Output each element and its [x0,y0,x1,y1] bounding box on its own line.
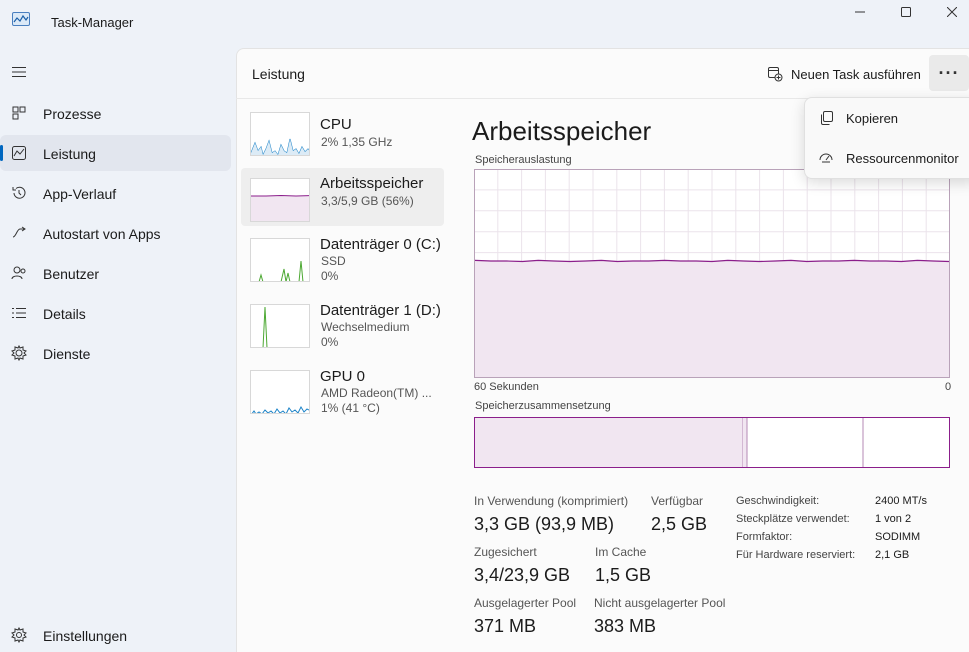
device-subtext: 2% 1,35 GHz [321,135,393,149]
device-item-gpu[interactable]: GPU 0 AMD Radeon(TM) ... 1% (41 °C) [241,368,444,426]
new-task-button[interactable]: Neuen Task ausführen [760,60,921,88]
hardware-reserved-value: 2,1 GB [875,549,910,561]
more-options-menu: Kopieren Ressourcenmonitor [804,97,969,179]
sidebar-item-label: Autostart von Apps [43,226,161,242]
sidebar-item-label: Details [43,306,86,322]
in-use-label: In Verwendung (komprimiert) [474,494,629,508]
new-task-icon [767,66,783,85]
graph-time-right: 0 [945,381,952,393]
in-use-value: 3,3 GB (93,9 MB) [474,514,615,534]
device-item-disk-1[interactable]: Datenträger 1 (D:) Wechselmedium 0% [241,302,444,360]
committed-value: 3,4/23,9 GB [474,565,571,585]
users-icon [11,265,27,281]
sidebar-item-performance[interactable]: Leistung [0,135,231,171]
active-indicator [0,145,3,161]
form-factor-label: Formfaktor: [736,531,793,543]
cached-label: Im Cache [595,545,647,559]
sidebar-item-label: Prozesse [43,106,102,122]
page-title: Leistung [252,66,305,82]
memory-usage-fill [475,260,949,377]
performance-icon [11,145,27,161]
device-name: Datenträger 1 (D:) [320,302,441,319]
sidebar-item-startup-apps[interactable]: Autostart von Apps [0,215,231,251]
nonpaged-pool-value: 383 MB [594,616,657,636]
graph-time-left: 60 Sekunden [474,381,539,393]
resource-monitor-icon [819,151,833,165]
device-subtext: AMD Radeon(TM) ... [321,386,432,400]
device-subtext-2: 0% [321,269,339,283]
services-icon [11,344,27,362]
window-title: Task-Manager [51,15,134,30]
device-name: GPU 0 [320,368,366,385]
composition-in-use [475,418,743,467]
memory-composition-bar [474,417,950,468]
minimize-icon [855,11,865,13]
hamburger-menu-icon[interactable] [11,64,27,80]
sidebar-item-label: Benutzer [43,266,100,282]
device-subtext: Wechselmedium [321,320,410,334]
sidebar-item-label: Einstellungen [43,628,128,644]
menu-item-copy[interactable]: Kopieren [809,101,969,135]
menu-item-label: Kopieren [846,111,899,126]
paged-pool-value: 371 MB [474,616,537,636]
speed-label: Geschwindigkeit: [736,495,820,507]
device-item-disk-0[interactable]: Datenträger 0 (C:) SSD 0% [241,236,444,294]
sidebar-item-details[interactable]: Details [0,295,231,331]
sidebar-item-processes[interactable]: Prozesse [0,95,231,131]
device-subtext-2: 1% (41 °C) [321,401,380,415]
sidebar-item-settings[interactable]: Einstellungen [0,617,231,652]
cpu-thumbnail-graph [250,112,310,156]
device-item-memory[interactable]: Arbeitsspeicher 3,3/5,9 GB (56%) [241,168,444,226]
available-value: 2,5 GB [651,514,708,534]
sidebar-item-app-history[interactable]: App-Verlauf [0,175,231,211]
gear-icon [11,626,27,644]
task-manager-icon [12,12,30,26]
memory-usage-graph [474,169,950,378]
memory-title: Arbeitsspeicher [472,116,652,146]
disk1-thumbnail-graph [250,304,310,348]
device-subtext: SSD [321,254,346,268]
committed-label: Zugesichert [474,545,537,559]
device-name: Arbeitsspeicher [320,175,424,192]
maximize-button[interactable] [883,0,929,24]
startup-icon [11,225,27,241]
device-name: CPU [320,116,352,133]
minimize-button[interactable] [837,0,883,24]
gpu-thumbnail-graph [250,370,310,414]
available-label: Verfügbar [651,494,704,508]
menu-item-resource-monitor[interactable]: Ressourcenmonitor [809,141,969,175]
nonpaged-pool-label: Nicht ausgelagerter Pool [594,596,726,610]
device-subtext-2: 0% [321,335,339,349]
sidebar-item-label: App-Verlauf [43,186,117,202]
composition-label: Speicherzusammensetzung [475,400,611,412]
sidebar-item-label: Leistung [43,146,96,162]
slots-value: 1 von 2 [875,513,912,525]
device-subtext: 3,3/5,9 GB (56%) [321,194,414,208]
sidebar-item-label: Dienste [43,346,91,362]
history-icon [11,185,27,201]
more-options-button[interactable]: ··· [929,55,969,91]
usage-graph-label: Speicherauslastung [475,154,572,166]
hardware-reserved-label: Für Hardware reserviert: [736,549,856,561]
maximize-icon [901,7,911,17]
new-task-label: Neuen Task ausführen [791,67,921,82]
device-name: Datenträger 0 (C:) [320,236,441,253]
sidebar-item-services[interactable]: Dienste [0,335,231,371]
memory-thumbnail-graph [250,178,310,222]
speed-value: 2400 MT/s [875,495,927,507]
copy-icon [819,111,833,125]
details-icon [11,305,27,321]
disk0-thumbnail-graph [250,238,310,282]
form-factor-value: SODIMM [875,531,921,543]
menu-item-label: Ressourcenmonitor [846,151,959,166]
paged-pool-label: Ausgelagerter Pool [474,596,577,610]
cached-value: 1,5 GB [595,565,652,585]
processes-icon [11,105,27,121]
device-item-cpu[interactable]: CPU 2% 1,35 GHz [241,110,444,168]
close-icon [947,7,957,17]
slots-label: Steckplätze verwendet: [736,513,850,525]
close-button[interactable] [929,0,969,24]
sidebar-item-users[interactable]: Benutzer [0,255,231,291]
composition-modified [743,418,747,467]
